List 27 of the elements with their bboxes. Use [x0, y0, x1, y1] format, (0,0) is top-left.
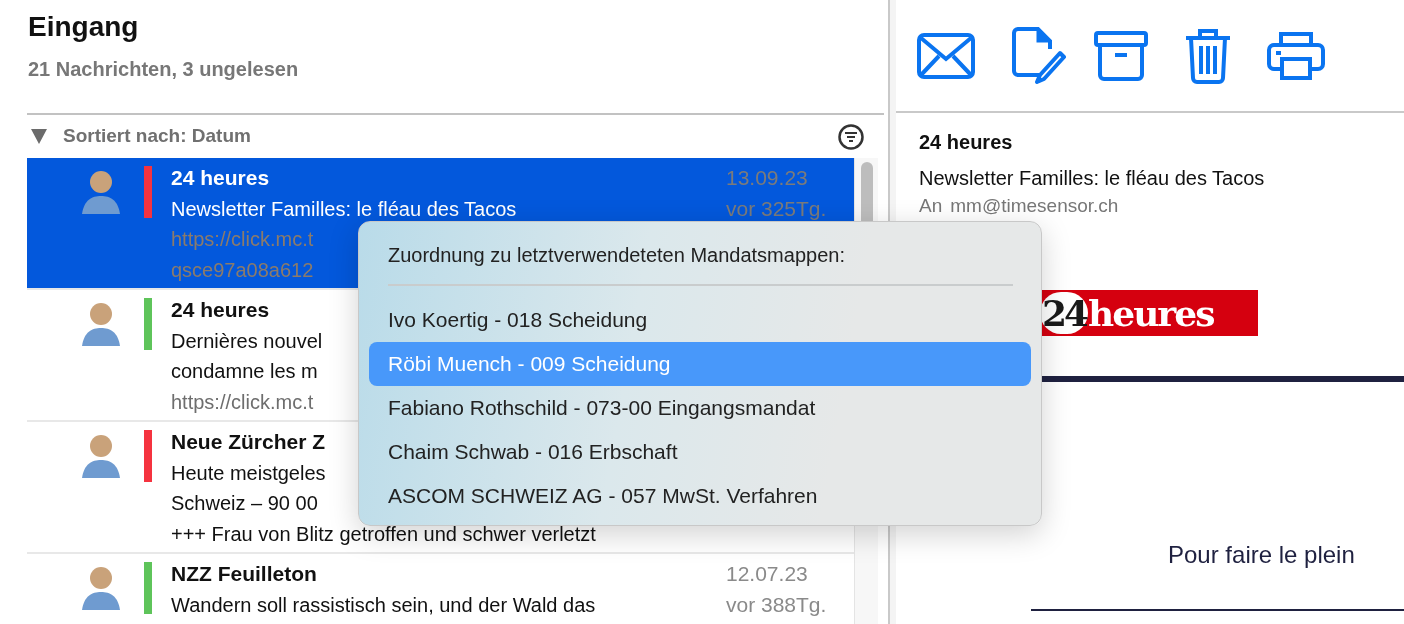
message-sender: 24 heures: [171, 165, 270, 191]
message-preview: Wandern soll rassistisch sein, und der Wald das: [171, 592, 596, 618]
message-date: 13.09.23: [726, 165, 809, 191]
message-age: vor 325Tg.: [726, 195, 827, 222]
message-link: https://click.mc.t: [171, 389, 314, 415]
recipient-label: An: [919, 195, 943, 216]
message-age: vor 388Tg.: [726, 591, 827, 618]
message-sender: 24 heures: [171, 297, 270, 323]
message-preview: condamne les m: [171, 359, 318, 384]
newspaper-logo: 24heures: [1040, 290, 1258, 336]
newsletter-heading: Pour faire le plein: [1168, 540, 1356, 570]
message-link: qsce97a08a612: [171, 257, 314, 283]
message-link: https://click.mc.t: [171, 227, 314, 252]
message-preview: Dernières nouvel: [171, 328, 323, 354]
message-preview: +++ Frau von Blitz getroffen und schwer verletzt: [171, 521, 596, 547]
mailbox-title: Eingang: [28, 10, 140, 44]
menu-title: Zuordnung zu letztverwendeteten Mandatsmappen:: [387, 243, 846, 268]
recipient-address: mm@timesensor.ch: [950, 195, 1119, 216]
preview-subject: Newsletter Familles: le fléau des Tacos: [919, 166, 1266, 191]
message-date: 12.07.23: [726, 561, 809, 587]
message-preview: Heute meistgeles: [171, 460, 326, 486]
message-preview: Schweiz – 90 00: [171, 491, 318, 516]
preview-sender: 24 heures: [919, 130, 1014, 155]
message-sender: Neue Zürcher Z: [171, 429, 326, 455]
message-preview: Newsletter Familles: le fléau des Tacos: [171, 196, 517, 222]
message-sender: NZZ Feuilleton: [171, 561, 317, 587]
message-count: 21 Nachrichten, 3 ungelesen: [28, 57, 300, 82]
